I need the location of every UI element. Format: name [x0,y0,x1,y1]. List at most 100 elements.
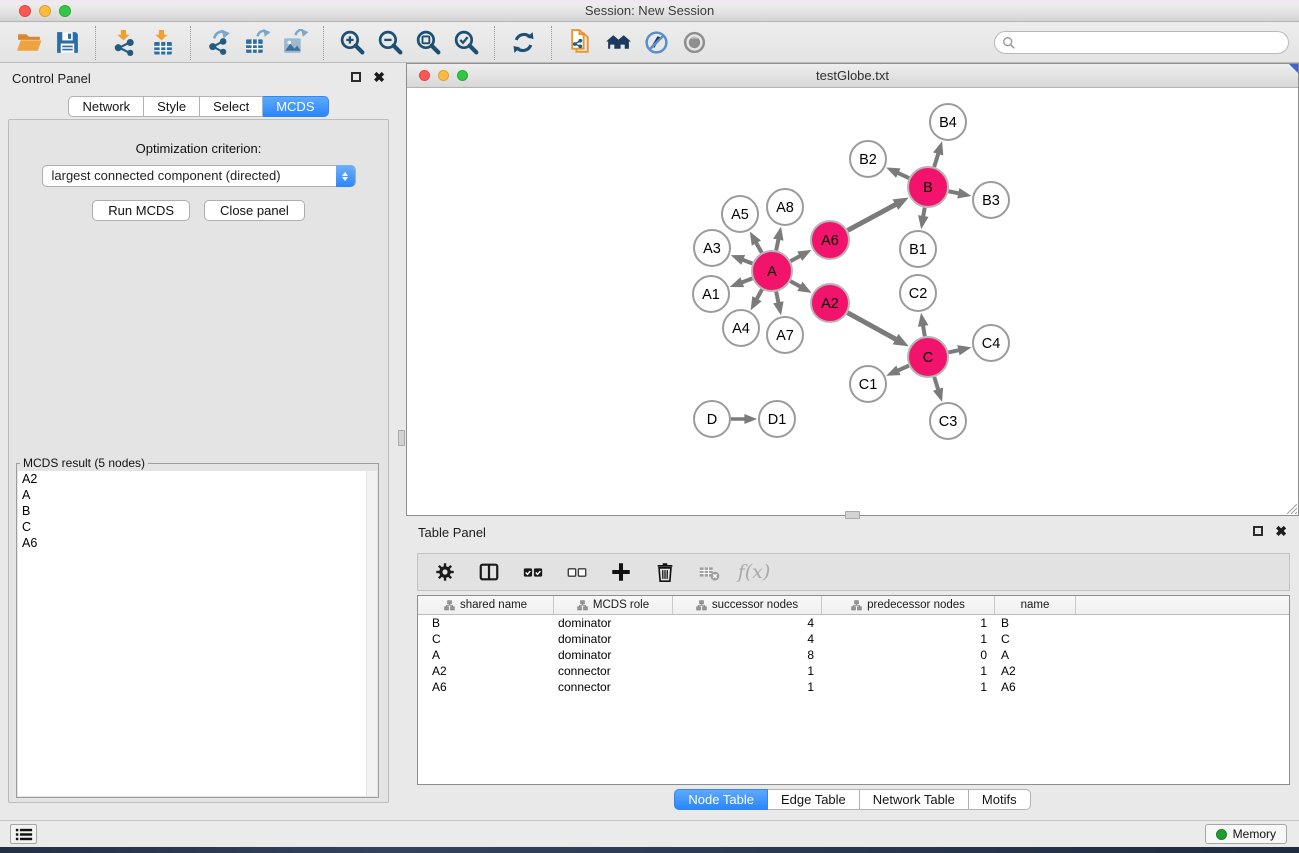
graph-edge-C-C1[interactable] [886,365,909,375]
graph-node-A7[interactable]: A7 [767,317,803,353]
table-cell[interactable]: dominator [554,631,673,647]
float-table-panel-icon[interactable] [1253,526,1263,536]
column-header-predecessor-nodes[interactable]: predecessor nodes [822,596,995,614]
graph-edge-A-A2[interactable] [790,281,811,293]
zoom-in-button[interactable] [333,25,371,61]
mcds-result-item[interactable]: A2 [18,471,377,487]
graph-edge-D-D1[interactable] [731,414,757,424]
table-cell[interactable]: 8 [673,647,822,663]
table-cell[interactable]: 4 [673,615,822,631]
graph-edge-A-A1[interactable] [730,277,753,287]
graph-node-A3[interactable]: A3 [694,230,730,266]
import-table-button[interactable] [143,25,181,61]
graph-node-A4[interactable]: A4 [723,310,759,346]
graph-edge-B-B4[interactable] [933,141,943,167]
table-cell[interactable]: 1 [673,679,822,695]
table-row[interactable]: Cdominator41C [418,631,1289,647]
table-cell[interactable]: A [418,647,554,663]
graph-edge-B-B1[interactable] [918,208,928,230]
add-column-button[interactable] [604,556,638,588]
import-network-button[interactable] [105,25,143,61]
table-cell[interactable]: 4 [673,631,822,647]
column-header-shared-name[interactable]: shared name [418,596,554,614]
tab-select[interactable]: Select [200,96,263,117]
memory-button[interactable]: Memory [1205,824,1287,844]
table-row[interactable]: A6connector11A6 [418,679,1289,695]
graph-node-C1[interactable]: C1 [850,366,886,402]
mcds-result-item[interactable]: B [18,503,377,519]
home-button[interactable] [599,25,637,61]
graph-node-A5[interactable]: A5 [722,196,758,232]
save-session-button[interactable] [48,25,86,61]
criterion-select[interactable]: largest connected component (directed) [42,165,356,187]
table-cell[interactable]: 0 [822,647,995,663]
tab-network[interactable]: Network [68,96,144,117]
graph-node-C2[interactable]: C2 [900,275,936,311]
mcds-result-item[interactable]: C [18,519,377,535]
table-cell[interactable]: dominator [554,615,673,631]
table-cell[interactable]: B [418,615,554,631]
delete-column-button[interactable] [648,556,682,588]
select-all-button[interactable] [516,556,550,588]
column-header-successor-nodes[interactable]: successor nodes [673,596,822,614]
tab-style[interactable]: Style [144,96,200,117]
graph-node-A2[interactable]: A2 [811,284,849,322]
list-scrollbar[interactable] [366,471,377,796]
table-cell[interactable]: dominator [554,647,673,663]
table-row[interactable]: A2connector11A2 [418,663,1289,679]
run-mcds-button[interactable]: Run MCDS [92,200,190,221]
resize-grip-icon[interactable] [1284,501,1297,514]
graph-edge-A-A3[interactable] [731,255,753,265]
float-panel-icon[interactable] [351,72,361,82]
hide-labels-button[interactable] [637,25,675,61]
delete-table-button[interactable] [692,556,726,588]
table-cell[interactable]: 1 [822,679,995,695]
graph-node-A[interactable]: A [752,251,792,291]
graph-edge-C-C4[interactable] [948,345,971,355]
network-from-selection-button[interactable] [561,25,599,61]
graph-edge-C-C3[interactable] [933,377,943,402]
graph-edge-A-A6[interactable] [791,250,812,261]
table-cell[interactable]: A6 [418,679,554,695]
tab-motifs[interactable]: Motifs [969,789,1031,810]
table-cell[interactable]: C [995,631,1076,647]
graph-node-A6[interactable]: A6 [811,221,849,259]
network-canvas[interactable]: AA6A2BCA5A8A3A1A4A7B4B2B3B1C2C4C1C3DD1 [407,89,1298,515]
table-cell[interactable]: 1 [822,663,995,679]
export-image-button[interactable] [276,25,314,61]
tab-node-table[interactable]: Node Table [674,789,768,810]
graph-node-B2[interactable]: B2 [850,141,886,177]
mcds-result-item[interactable]: A6 [18,535,377,551]
search-input[interactable] [1016,33,1288,52]
graph-node-D[interactable]: D [694,401,730,437]
table-cell[interactable]: A2 [995,663,1076,679]
graph-node-C3[interactable]: C3 [930,403,966,439]
graph-edge-A-A5[interactable] [750,231,762,252]
tab-mcds[interactable]: MCDS [263,96,328,117]
refresh-view-button[interactable] [504,25,542,61]
zoom-selected-button[interactable] [447,25,485,61]
graph-edge-C-C2[interactable] [918,313,928,336]
function-builder-button[interactable]: f(x) [736,556,770,588]
table-cell[interactable]: A6 [995,679,1076,695]
close-panel-icon[interactable]: ✖ [373,71,385,83]
table-settings-button[interactable] [428,556,462,588]
table-cell[interactable]: 1 [822,615,995,631]
divider-grip-horizontal[interactable] [845,511,860,519]
graph-node-B3[interactable]: B3 [973,182,1009,218]
table-cell[interactable]: 1 [822,631,995,647]
graph-node-D1[interactable]: D1 [759,401,795,437]
table-cell[interactable]: B [995,615,1076,631]
column-header-name[interactable]: name [995,596,1076,614]
export-network-button[interactable] [200,25,238,61]
graph-edge-A-A4[interactable] [751,289,762,310]
graph-node-B1[interactable]: B1 [900,231,936,267]
graph-edge-B-B3[interactable] [949,188,972,198]
table-cell[interactable]: 1 [673,663,822,679]
task-history-button[interactable] [10,824,37,844]
divider-grip-vertical[interactable] [398,430,405,446]
graph-node-A1[interactable]: A1 [693,276,729,312]
graph-node-C[interactable]: C [908,337,948,377]
export-table-button[interactable] [238,25,276,61]
graph-node-A8[interactable]: A8 [767,189,803,225]
